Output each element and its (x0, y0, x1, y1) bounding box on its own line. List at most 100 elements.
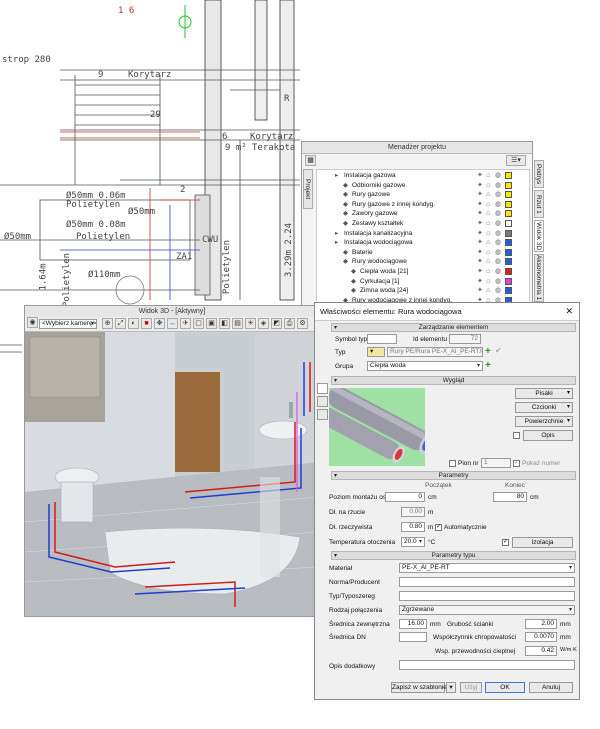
close-icon[interactable]: ✕ (565, 303, 573, 320)
shadow-icon[interactable]: ◩ (271, 318, 282, 329)
bulb-icon[interactable]: ✦ (477, 277, 483, 287)
render-icon[interactable]: ◐ (128, 318, 139, 329)
eye-icon[interactable]: ◍ (495, 181, 501, 191)
layer-color-swatch[interactable] (505, 258, 512, 266)
tree-item[interactable]: ▸ Instalacja wodociągowa ✦ ⌂ ◍ (317, 238, 517, 248)
layers-icon[interactable]: ▤ (232, 318, 243, 329)
wall-field[interactable]: 2.00 (525, 619, 557, 629)
insulation-button[interactable]: Izolacja (512, 537, 573, 548)
lock-icon[interactable]: ⌂ (486, 229, 490, 239)
lock-icon[interactable]: ⌂ (486, 267, 490, 277)
tree-item[interactable]: ◆ Odbiorniki gazowe ✦ ⌂ ◍ (317, 181, 517, 191)
surfaces-button[interactable]: Powierzchnie (515, 416, 573, 427)
desc-checkbox[interactable] (513, 432, 520, 439)
bathroom-3d-scene[interactable] (25, 332, 319, 616)
ok-button[interactable]: OK (485, 682, 525, 693)
tab-pipe-icon[interactable] (317, 409, 328, 420)
lock-icon[interactable]: ⌂ (486, 181, 490, 191)
bulb-icon[interactable]: ✦ (477, 229, 483, 239)
layer-color-swatch[interactable] (505, 248, 512, 256)
lock-icon[interactable]: ⌂ (486, 190, 490, 200)
layer-color-swatch[interactable] (505, 220, 512, 227)
bulb-icon[interactable]: ✦ (477, 171, 483, 181)
type-icon-select[interactable]: ▾ (367, 347, 385, 357)
navigate-icon[interactable]: ↔ (167, 318, 178, 329)
eye-icon[interactable]: ◍ (495, 267, 501, 277)
light-icon[interactable]: ☀ (245, 318, 256, 329)
section-icon[interactable]: ◧ (219, 318, 230, 329)
eye-icon[interactable]: ◍ (495, 229, 501, 239)
axis-end-field[interactable]: 80 (493, 492, 527, 502)
eye-icon[interactable]: ◍ (495, 277, 501, 287)
view-b-icon[interactable]: ▣ (206, 318, 217, 329)
view-a-icon[interactable]: ▢ (193, 318, 204, 329)
layer-color-swatch[interactable] (505, 268, 512, 275)
eye-icon[interactable]: ◍ (495, 286, 501, 296)
lock-icon[interactable]: ⌂ (486, 286, 490, 296)
layer-color-swatch[interactable] (505, 210, 512, 218)
tree-item[interactable]: ◆ Rury gazowe z innej kondyg. ✦ ⌂ ◍ (317, 200, 517, 210)
tab-widok-3d[interactable]: Widok 3D (534, 220, 544, 252)
tree-item[interactable]: ◆ Baterie ✦ ⌂ ◍ (317, 248, 517, 258)
lock-icon[interactable]: ⌂ (486, 248, 490, 258)
conn-select[interactable]: Zgrzewane (399, 605, 575, 615)
add-type-icon[interactable]: + (485, 346, 491, 357)
bulb-icon[interactable]: ✦ (477, 286, 483, 296)
tab-podrys[interactable]: Podrys (534, 160, 544, 188)
eye-icon[interactable]: ◍ (495, 238, 501, 248)
section-appearance[interactable]: ▾ Wygląd (331, 376, 576, 385)
dn-field[interactable] (399, 632, 427, 642)
lock-icon[interactable]: ⌂ (486, 238, 490, 248)
check-icon[interactable]: ✔ (495, 346, 502, 355)
cancel-button[interactable]: Anuluj (529, 682, 573, 693)
zoom-icon[interactable]: ⊕ (102, 318, 113, 329)
tree-item[interactable]: ◆ Zimna woda [24] ✦ ⌂ ◍ (317, 286, 517, 296)
tree-item[interactable]: ◆ Zawory gazowe ✦ ⌂ ◍ (317, 209, 517, 219)
settings-icon[interactable]: ⚙ (297, 318, 308, 329)
bulb-icon[interactable]: ✦ (477, 200, 483, 210)
lock-icon[interactable]: ⌂ (486, 200, 490, 210)
tab-view-icon[interactable] (317, 396, 328, 407)
level-no-checkbox[interactable] (449, 460, 456, 467)
tab-rzut-1[interactable]: Rzut 1 (534, 190, 544, 218)
fonts-button[interactable]: Czcionki (515, 402, 573, 413)
fly-icon[interactable]: ✈ (180, 318, 191, 329)
tree-item[interactable]: ◆ Zestawy kształtek ✦ ⌂ ◍ (317, 219, 517, 229)
eye-icon[interactable]: ◍ (495, 209, 501, 219)
bulb-icon[interactable]: ✦ (477, 267, 483, 277)
camera-icon[interactable]: ◉ (27, 317, 38, 328)
move-icon[interactable]: ✥ (154, 318, 165, 329)
lock-icon[interactable]: ⌂ (486, 257, 490, 267)
layer-color-swatch[interactable] (505, 172, 512, 179)
save-template-button[interactable]: Zapisz w szablonie (391, 682, 447, 693)
pens-button[interactable]: Pisaki (515, 388, 573, 399)
show-number-checkbox[interactable]: ✓ (513, 460, 520, 467)
section-type-params[interactable]: ▾ Parametry typu (331, 551, 576, 560)
eye-icon[interactable]: ◍ (495, 248, 501, 258)
lock-icon[interactable]: ⌂ (486, 277, 490, 287)
bulb-icon[interactable]: ✦ (477, 219, 483, 229)
lock-icon[interactable]: ⌂ (486, 219, 490, 229)
save-template-dropdown[interactable]: ▾ (446, 682, 456, 693)
insulation-checkbox[interactable]: ✓ (502, 539, 509, 546)
zoom-fit-icon[interactable]: ⤢ (115, 318, 126, 329)
material-select[interactable]: PE-X_Al_PE-RT (399, 563, 575, 573)
tree-item[interactable]: ▸ Instalacja gazowa ✦ ⌂ ◍ (317, 171, 517, 181)
cond-field[interactable]: 0.42 (525, 646, 557, 656)
symbol-field[interactable] (367, 334, 397, 344)
producer-field[interactable] (399, 577, 575, 587)
bulb-icon[interactable]: ✦ (477, 238, 483, 248)
level-no-field[interactable]: 1 (481, 458, 511, 468)
group-select[interactable]: Ciepła woda (367, 361, 483, 371)
temp-select[interactable]: 20.0 (401, 537, 425, 547)
bulb-icon[interactable]: ✦ (477, 181, 483, 191)
export-icon[interactable]: ⎙ (284, 318, 295, 329)
eye-icon[interactable]: ◍ (495, 257, 501, 267)
typesize-field[interactable] (399, 591, 575, 601)
layer-color-swatch[interactable] (505, 287, 512, 295)
tree-item[interactable]: ◆ Ciepła woda [21] ✦ ⌂ ◍ (317, 267, 517, 277)
layer-color-swatch[interactable] (505, 191, 512, 199)
tab-projekt[interactable]: Projekt (303, 169, 313, 209)
lock-icon[interactable]: ⌂ (486, 171, 490, 181)
layer-color-swatch[interactable] (505, 229, 512, 237)
